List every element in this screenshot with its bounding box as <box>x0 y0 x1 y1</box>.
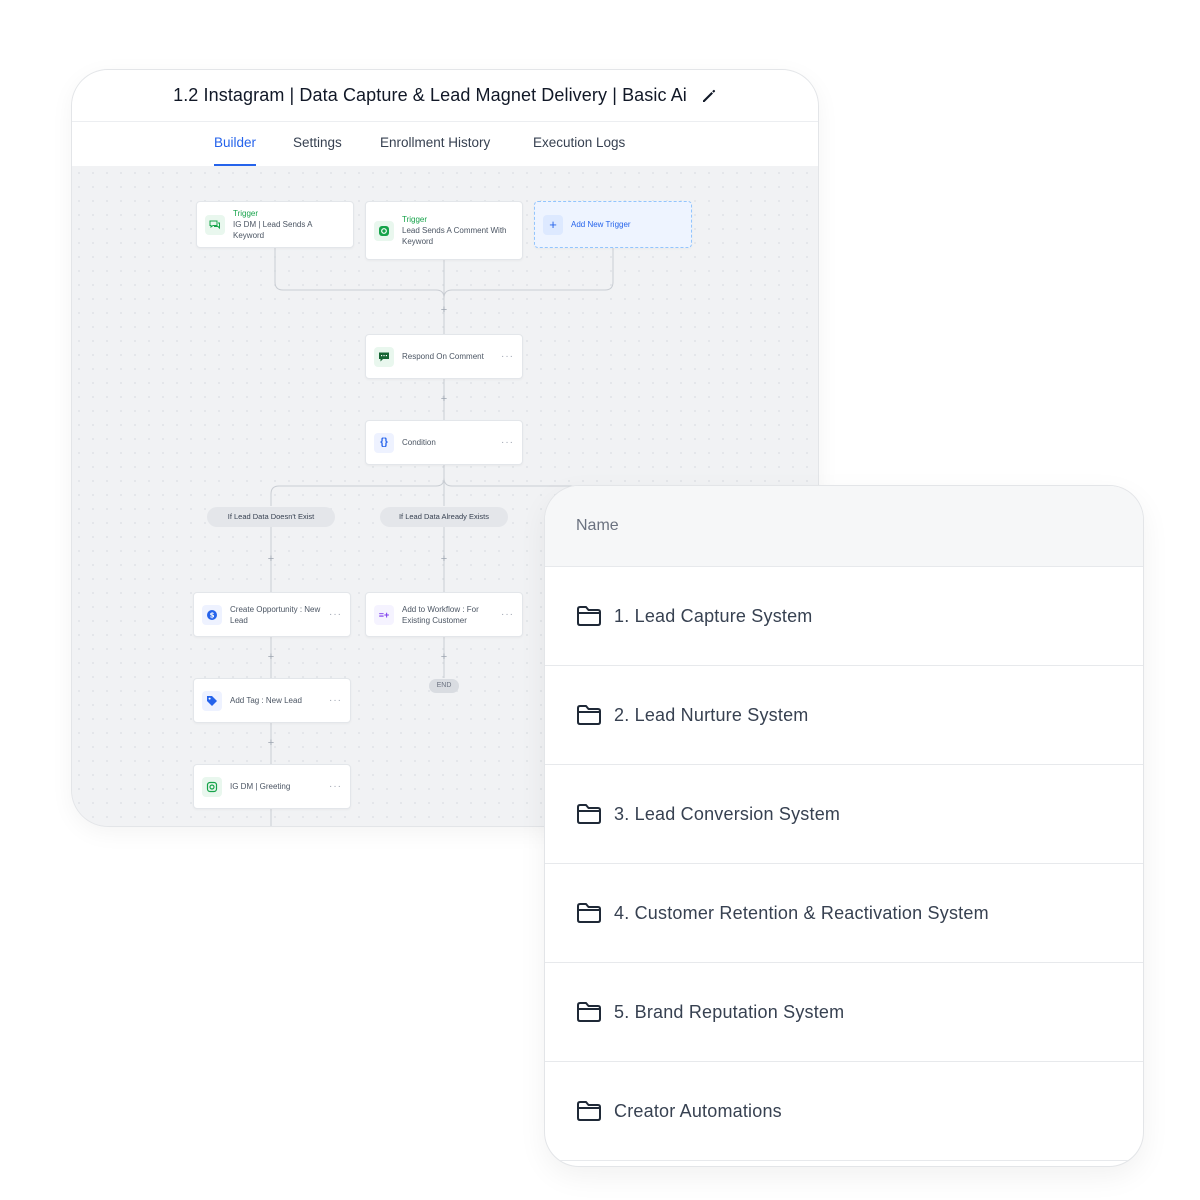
trigger-label: IG DM | Lead Sends A Keyword <box>233 220 313 240</box>
comment-reply-icon <box>374 346 394 367</box>
folder-rows: 1. Lead Capture System 2. Lead Nurture Sy… <box>545 567 1143 1161</box>
builder-tabs: Builder Settings Enrollment History Exec… <box>72 121 818 167</box>
action-label: IG DM | Greeting <box>230 782 291 791</box>
tab-enrollment-history[interactable]: Enrollment History <box>380 121 490 166</box>
tab-builder[interactable]: Builder <box>214 121 257 166</box>
chat-bubbles-icon <box>205 214 225 235</box>
folder-icon <box>577 1101 601 1121</box>
action-label: Create Opportunity : New Lead <box>230 604 321 625</box>
folder-label: 4. Customer Retention & Reactivation Sys… <box>614 902 989 923</box>
folder-row[interactable]: 4. Customer Retention & Reactivation Sys… <box>545 864 1143 963</box>
trigger-label: Lead Sends A Comment With Keyword <box>402 226 507 246</box>
trigger-kind-label: Trigger <box>233 209 259 218</box>
branch-pill-exists[interactable]: If Lead Data Already Exists <box>380 507 508 527</box>
action-label: Add Tag : New Lead <box>230 696 302 705</box>
folder-label: 3. Lead Conversion System <box>614 803 841 824</box>
more-options-icon[interactable]: ··· <box>501 351 514 362</box>
add-step-plus-icon[interactable]: + <box>438 304 450 316</box>
branch-pill-not-exist[interactable]: If Lead Data Doesn't Exist <box>207 507 335 527</box>
add-step-plus-icon[interactable]: + <box>265 651 277 663</box>
more-options-icon[interactable]: ··· <box>501 437 514 448</box>
action-label: Respond On Comment <box>402 352 484 361</box>
ig-dm-greeting-node[interactable]: IG DM | Greeting ··· <box>193 764 351 809</box>
create-opportunity-node[interactable]: $ Create Opportunity : New Lead ··· <box>193 592 351 637</box>
add-step-plus-icon[interactable]: + <box>438 393 450 405</box>
add-to-workflow-node[interactable]: ≡+ Add to Workflow : For Existing Custom… <box>365 592 523 637</box>
more-options-icon[interactable]: ··· <box>329 781 342 792</box>
add-trigger-label: Add New Trigger <box>571 220 631 229</box>
add-step-plus-icon[interactable]: + <box>438 651 450 663</box>
title-row: 1.2 Instagram | Data Capture & Lead Magn… <box>72 70 818 122</box>
folder-row[interactable]: 5. Brand Reputation System <box>545 963 1143 1062</box>
folder-row[interactable]: 1. Lead Capture System <box>545 567 1143 666</box>
workflow-title: 1.2 Instagram | Data Capture & Lead Magn… <box>173 85 687 105</box>
action-label: Add to Workflow : For Existing Customer <box>402 604 479 625</box>
condition-node[interactable]: {} Condition ··· <box>365 420 523 465</box>
tag-icon <box>202 690 222 711</box>
instagram-icon <box>374 220 394 241</box>
more-options-icon[interactable]: ··· <box>501 609 514 620</box>
tab-execution-logs[interactable]: Execution Logs <box>533 121 625 166</box>
folder-row[interactable]: Creator Automations <box>545 1062 1143 1161</box>
folder-row[interactable]: 3. Lead Conversion System <box>545 765 1143 864</box>
folder-icon <box>577 804 601 824</box>
more-options-icon[interactable]: ··· <box>329 695 342 706</box>
more-options-icon[interactable]: ··· <box>329 609 342 620</box>
folder-icon <box>577 903 601 923</box>
folder-icon <box>577 606 601 626</box>
folder-icon <box>577 705 601 725</box>
builder-header: 1.2 Instagram | Data Capture & Lead Magn… <box>72 70 818 167</box>
add-step-plus-icon[interactable]: + <box>265 553 277 565</box>
folder-list-panel: Name 1. Lead Capture System 2. Lead Nurtu… <box>545 486 1143 1166</box>
edit-pencil-icon[interactable] <box>701 88 717 104</box>
instagram-icon <box>202 776 222 797</box>
add-step-plus-icon[interactable]: + <box>265 737 277 749</box>
svg-text:$: $ <box>210 611 215 619</box>
dollar-icon: $ <box>202 604 222 625</box>
name-column-header[interactable]: Name <box>545 486 1143 567</box>
add-tag-node[interactable]: Add Tag : New Lead ··· <box>193 678 351 723</box>
add-new-trigger-button[interactable]: + Add New Trigger <box>534 201 692 248</box>
condition-braces-icon: {} <box>374 432 394 453</box>
trigger-node-ig-dm[interactable]: Trigger IG DM | Lead Sends A Keyword <box>196 201 354 248</box>
folder-label: 5. Brand Reputation System <box>614 1001 845 1022</box>
trigger-node-comment[interactable]: Trigger Lead Sends A Comment With Keywor… <box>365 201 523 260</box>
folder-icon <box>577 1002 601 1022</box>
end-marker: END <box>429 679 459 693</box>
add-step-plus-icon[interactable]: + <box>438 553 450 565</box>
folder-label: Creator Automations <box>614 1100 782 1121</box>
folder-row[interactable]: 2. Lead Nurture System <box>545 666 1143 765</box>
tab-settings[interactable]: Settings <box>293 121 342 166</box>
add-to-workflow-icon: ≡+ <box>374 604 394 625</box>
action-label: Condition <box>402 438 436 447</box>
folder-label: 1. Lead Capture System <box>614 605 813 626</box>
trigger-kind-label: Trigger <box>402 215 428 224</box>
respond-on-comment-node[interactable]: Respond On Comment ··· <box>365 334 523 379</box>
folder-label: 2. Lead Nurture System <box>614 704 809 725</box>
plus-icon: + <box>543 214 563 235</box>
